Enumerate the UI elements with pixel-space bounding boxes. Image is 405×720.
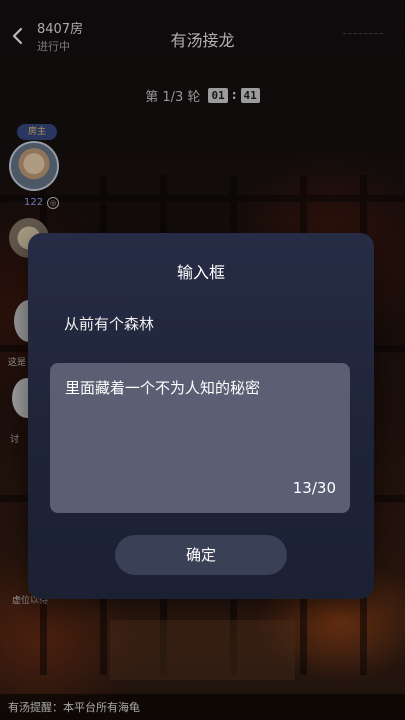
sentence-input-value: 里面藏着一个不为人知的秘密 bbox=[65, 379, 261, 397]
dialog-title: 输入框 bbox=[176, 263, 225, 282]
sentence-input[interactable]: 里面藏着一个不为人知的秘密 13/30 bbox=[50, 363, 350, 513]
input-dialog: 输入框 从前有个森林 里面藏着一个不为人知的秘密 13/30 确定 bbox=[28, 233, 374, 599]
previous-sentence: 从前有个森林 bbox=[64, 315, 155, 333]
confirm-button[interactable]: 确定 bbox=[115, 535, 287, 575]
char-counter: 13/30 bbox=[292, 479, 336, 497]
